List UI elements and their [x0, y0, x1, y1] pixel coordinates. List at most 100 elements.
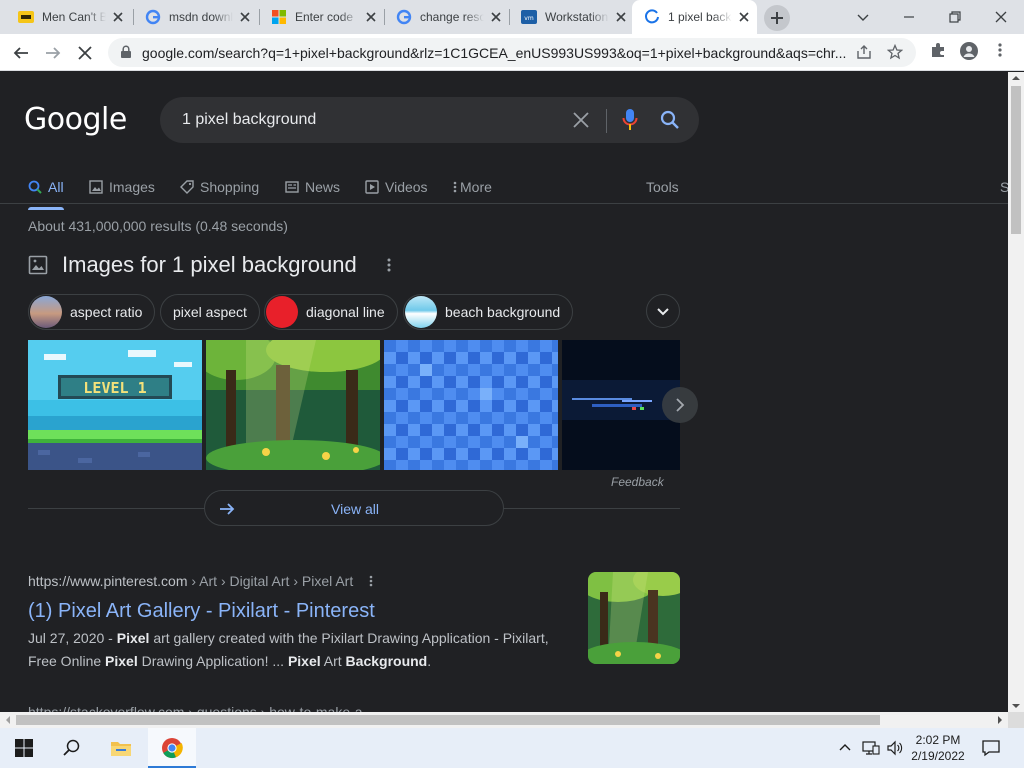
browser-tab-strip: Men Can't Be Raped msdn download Enter c… — [0, 0, 1024, 34]
restore-button[interactable] — [932, 0, 978, 34]
tab-label: All — [48, 179, 64, 195]
close-icon — [995, 11, 1007, 23]
browser-tab-2[interactable]: msdn download — [133, 0, 258, 34]
view-all-button[interactable]: View all — [204, 490, 504, 526]
tab-all[interactable]: All — [28, 172, 64, 210]
image-result-blue-mosaic[interactable] — [384, 340, 558, 470]
file-explorer-button[interactable] — [97, 728, 145, 768]
result-stats: About 431,000,000 results (0.48 seconds) — [28, 218, 288, 234]
chip-label: pixel aspect — [173, 304, 247, 320]
close-icon[interactable] — [737, 10, 751, 24]
tab-label: Videos — [385, 179, 428, 195]
tab-more[interactable]: More — [453, 172, 492, 202]
image-result-level-1[interactable]: LEVEL 1 — [28, 340, 202, 470]
chip-label: aspect ratio — [70, 304, 143, 320]
next-result-citation[interactable]: https://stackoverflow.com › questions › … — [28, 704, 374, 712]
tab-shopping[interactable]: Shopping — [180, 172, 259, 202]
notifications-icon[interactable] — [982, 739, 1000, 757]
settings-button[interactable]: S — [1000, 172, 1008, 202]
chrome-taskbar-button[interactable] — [148, 728, 196, 768]
view-all-label: View all — [331, 501, 379, 517]
more-vertical-icon[interactable] — [387, 257, 391, 273]
stop-loading-button[interactable] — [72, 40, 98, 66]
chip-thumbnail — [30, 296, 62, 328]
image-icon — [28, 255, 48, 275]
url-text[interactable]: google.com/search?q=1+pixel+background&r… — [142, 45, 848, 61]
browser-tab-title: msdn download — [169, 10, 233, 24]
close-icon[interactable] — [489, 10, 503, 24]
chip-pixel-aspect[interactable]: pixel aspect — [160, 294, 260, 330]
chip-diagonal-line[interactable]: diagonal line — [264, 294, 398, 330]
chevron-up-icon[interactable] — [838, 740, 852, 754]
horizontal-scrollbar[interactable] — [0, 712, 1008, 728]
more-vertical-icon — [453, 180, 457, 194]
microsoft-icon — [271, 9, 287, 25]
horizontal-scroll-thumb[interactable] — [16, 715, 880, 725]
close-icon[interactable] — [111, 10, 125, 24]
close-icon[interactable] — [364, 10, 378, 24]
tab-videos[interactable]: Videos — [365, 172, 428, 202]
thumbnail-caption: LEVEL 1 — [83, 379, 146, 397]
tab-search-button[interactable] — [840, 0, 886, 34]
browser-tab-1[interactable]: Men Can't Be Raped — [6, 0, 131, 34]
lock-icon[interactable] — [120, 45, 132, 59]
profile-avatar-icon[interactable] — [960, 42, 978, 60]
back-button[interactable] — [8, 40, 34, 66]
feedback-link[interactable]: Feedback — [611, 475, 664, 489]
chips-expand-button[interactable] — [646, 294, 680, 328]
taskbar-search-button[interactable] — [48, 728, 96, 768]
search-input[interactable]: 1 pixel background — [182, 111, 316, 129]
new-tab-button[interactable] — [764, 5, 790, 31]
svg-text:vm: vm — [524, 15, 534, 22]
tab-news[interactable]: News — [285, 172, 340, 202]
image-results-row: LEVEL 1 — [28, 340, 680, 470]
microphone-icon[interactable] — [622, 108, 638, 132]
address-bar[interactable]: google.com/search?q=1+pixel+background&r… — [108, 38, 916, 67]
chrome-menu-icon[interactable] — [997, 42, 1003, 58]
tab-images[interactable]: Images — [89, 172, 155, 202]
close-window-button[interactable] — [978, 0, 1024, 34]
google-logo[interactable]: Google — [24, 102, 127, 137]
chip-thumbnail — [405, 296, 437, 328]
chip-beach-background[interactable]: beach background — [403, 294, 574, 330]
images-section-title[interactable]: Images for 1 pixel background — [62, 252, 357, 278]
tools-button[interactable]: Tools — [646, 172, 679, 202]
browser-tab-5[interactable]: vm Workstation — [509, 0, 634, 34]
search-icon[interactable] — [660, 110, 680, 130]
browser-tab-3[interactable]: Enter code — [259, 0, 384, 34]
tabs-divider — [0, 203, 1008, 204]
image-result-pixel-forest[interactable] — [206, 340, 380, 470]
google-icon — [396, 9, 412, 25]
search-icon — [63, 739, 80, 756]
clock-time: 2:02 PM — [915, 733, 961, 747]
share-icon[interactable] — [856, 44, 872, 60]
search-box[interactable]: 1 pixel background — [160, 97, 699, 143]
image-icon — [89, 180, 103, 194]
chevron-down-icon — [657, 308, 669, 316]
browser-tab-active[interactable]: 1 pixel background — [632, 0, 757, 34]
images-next-button[interactable] — [662, 387, 698, 423]
close-icon[interactable] — [614, 10, 628, 24]
network-icon[interactable] — [862, 740, 880, 756]
result-breadcrumb: › Art › Digital Art › Pixel Art — [187, 573, 354, 589]
tab-label: More — [460, 179, 492, 195]
system-clock[interactable]: 2:02 PM 2/19/2022 — [898, 732, 978, 764]
windows-taskbar: 2:02 PM 2/19/2022 — [0, 728, 1024, 768]
forward-button[interactable] — [40, 40, 66, 66]
close-icon[interactable] — [238, 10, 252, 24]
newspaper-icon — [285, 180, 299, 194]
file-explorer-icon — [111, 742, 131, 756]
start-button[interactable] — [0, 728, 48, 768]
browser-tab-4[interactable]: change resolution — [384, 0, 509, 34]
more-vertical-icon[interactable] — [369, 574, 373, 588]
result-thumbnail[interactable] — [588, 572, 680, 664]
chip-label: diagonal line — [306, 304, 385, 320]
vertical-scroll-thumb[interactable] — [1011, 86, 1021, 234]
vertical-scrollbar[interactable] — [1008, 72, 1024, 712]
bookmark-star-icon[interactable] — [887, 44, 903, 60]
chip-aspect-ratio[interactable]: aspect ratio — [28, 294, 156, 330]
plus-icon — [771, 12, 783, 24]
clear-icon[interactable] — [572, 111, 590, 129]
minimize-button[interactable] — [886, 0, 932, 34]
extensions-puzzle-icon[interactable] — [930, 42, 946, 58]
